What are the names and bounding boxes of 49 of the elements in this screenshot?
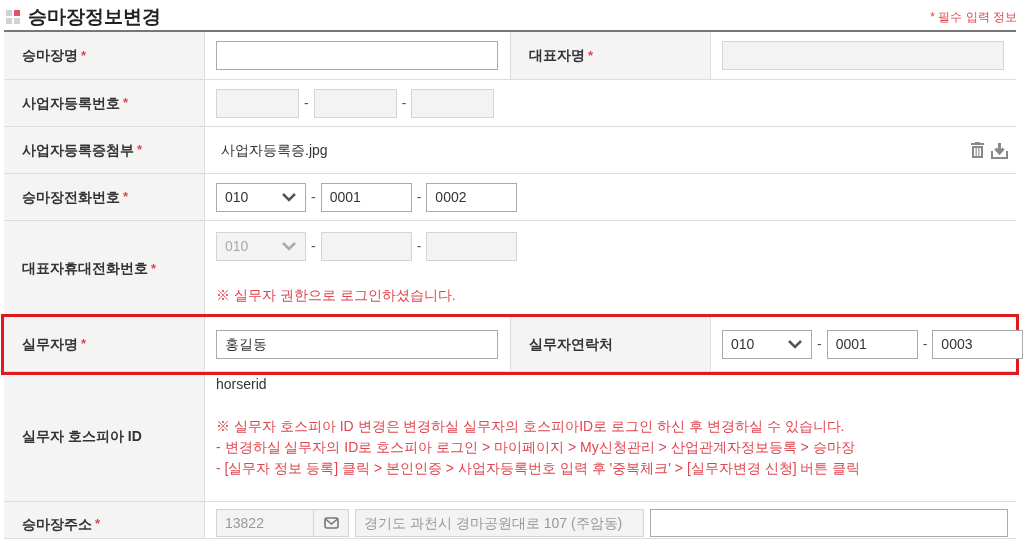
required-mark: * (95, 515, 101, 533)
text-field[interactable] (216, 41, 498, 70)
download-icon[interactable] (991, 141, 1008, 159)
field-label: 대표자명 (529, 46, 585, 65)
phone-number-field[interactable]: 0002 (426, 182, 518, 212)
separator-text: - (922, 334, 928, 354)
caret-icon (787, 339, 803, 349)
field-label: 승마장주소 (22, 515, 92, 534)
required-mark: * (123, 94, 129, 113)
required-mark: * (81, 46, 87, 65)
separator-text: - (304, 93, 309, 113)
notice-text: ※ 실무자 권한으로 로그인하셨습니다. (216, 285, 457, 305)
phone-number-field[interactable]: 0001 (826, 329, 918, 359)
separator-text: - (817, 334, 822, 354)
text-field[interactable]: 홍길동 (216, 329, 498, 359)
separator-text: - (416, 236, 422, 256)
id-value: horserid (216, 376, 267, 392)
notice-text: - 변경하실 실무자의 ID로 호스피아 로그인 > 마이페이지 > My신청관리 > 산업관계자정보등록 > 승마장 (216, 438, 856, 457)
field-label: 사업자등록증첨부 (22, 140, 134, 160)
required-mark: * (81, 335, 87, 354)
field-label: 승마장전화번호 (22, 187, 120, 207)
separator-text: - (311, 236, 316, 256)
field-label: 대표자휴대전화번호 (22, 259, 148, 278)
field-label: 실무자 호스피아 ID (22, 427, 142, 446)
title-bullet-icon (6, 10, 20, 24)
required-note: * 필수 입력 정보 (930, 9, 1018, 26)
field-label: 실무자명 (22, 334, 78, 354)
separator-text: - (311, 187, 316, 207)
caret-icon (281, 192, 297, 202)
required-mark: * (137, 141, 143, 160)
area-code-select[interactable]: 010 (216, 182, 306, 212)
page-title: 승마장정보변경 (28, 4, 161, 29)
area-code-select[interactable]: 010 (722, 329, 812, 359)
address-detail-field[interactable] (650, 509, 1008, 537)
caret-icon (281, 241, 297, 251)
field-label: 사업자등록번호 (22, 93, 120, 113)
field-label: 실무자연락처 (529, 334, 613, 354)
separator-text: - (401, 93, 407, 113)
file-name: 사업자등록증.jpg (221, 140, 328, 160)
required-mark: * (123, 188, 129, 207)
notice-text: ※ 실무자 호스피아 ID 변경은 변경하실 실무자의 호스피아ID로 로그인 하신 후 변경하실 수 있습니다. (216, 417, 846, 436)
field-label: 승마장명 (22, 46, 78, 65)
phone-number-field[interactable]: 0003 (932, 329, 1023, 359)
required-mark: * (151, 259, 157, 278)
required-mark: * (588, 46, 594, 65)
phone-number-field[interactable]: 0001 (320, 182, 412, 212)
separator-text: - (416, 187, 422, 207)
notice-text: - [실무자 정보 등록] 클릭 > 본인인증 > 사업자등록번호 입력 후 '중복체크' > [실무자변경 신청] 버튼 클릭 (216, 459, 861, 478)
trash-icon[interactable] (970, 142, 985, 158)
